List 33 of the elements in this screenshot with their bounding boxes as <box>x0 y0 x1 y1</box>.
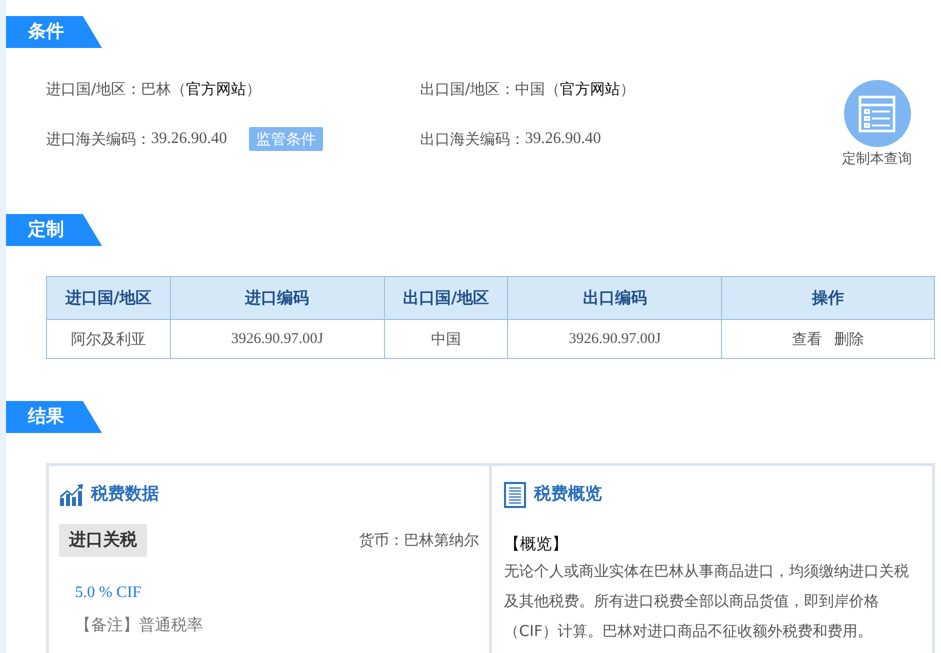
table-cell: 3926.90.97.00J <box>170 320 384 358</box>
list-icon <box>858 94 896 132</box>
field-label: 出口海关编码： <box>420 128 525 150</box>
tax-tag: 进口关税 <box>59 524 147 557</box>
website-link[interactable]: 官方网站 <box>560 80 620 98</box>
table-cell: 中国 <box>384 320 508 358</box>
table-cell: 阿尔及利亚 <box>46 320 170 358</box>
field-label: 进口海关编码： <box>46 128 151 150</box>
section-heading: 条件 <box>6 16 102 48</box>
column-header: 出口国/地区 <box>384 276 508 320</box>
column-header: 进口国/地区 <box>46 276 170 320</box>
column-header: 操作 <box>722 276 934 320</box>
note-text: 【备注】普通税率 <box>75 614 203 636</box>
action-link[interactable]: 删除 <box>834 330 864 348</box>
website-link[interactable]: 官方网站 <box>186 80 246 98</box>
column-header: 进口编码 <box>170 276 384 320</box>
table-cell: 3926.90.97.00J <box>508 320 722 358</box>
chart-icon <box>59 484 83 506</box>
section-heading: 结果 <box>6 401 102 433</box>
document-icon <box>504 482 526 508</box>
field-value: 出口国/地区：中国（官方网站） <box>420 79 636 100</box>
column-header: 出口编码 <box>508 276 722 320</box>
section-heading: 定制 <box>6 214 102 246</box>
overview-heading: 【概览】 <box>504 533 568 555</box>
currency-label: 货币：巴林第纳尔 <box>359 530 479 551</box>
tax-rate: 5.0 % CIF <box>75 583 142 603</box>
field-value: 39.26.90.40 <box>525 128 601 149</box>
action-link[interactable]: 查看 <box>792 330 822 348</box>
panel-title: 税费数据 <box>91 483 159 506</box>
field-value: 39.26.90.40 <box>151 128 227 149</box>
overview-paragraph: 无论个人或商业实体在巴林从事商品进口，均须缴纳进口关税及其他税费。所有进口税费全部以商品货值，即到岸价格（CIF）计算。巴林对进口商品不征收额外税费和费用。 <box>504 561 910 642</box>
panel-title: 税费概览 <box>534 483 602 506</box>
field-value: 进口国/地区：巴林（官方网站） <box>46 79 262 100</box>
